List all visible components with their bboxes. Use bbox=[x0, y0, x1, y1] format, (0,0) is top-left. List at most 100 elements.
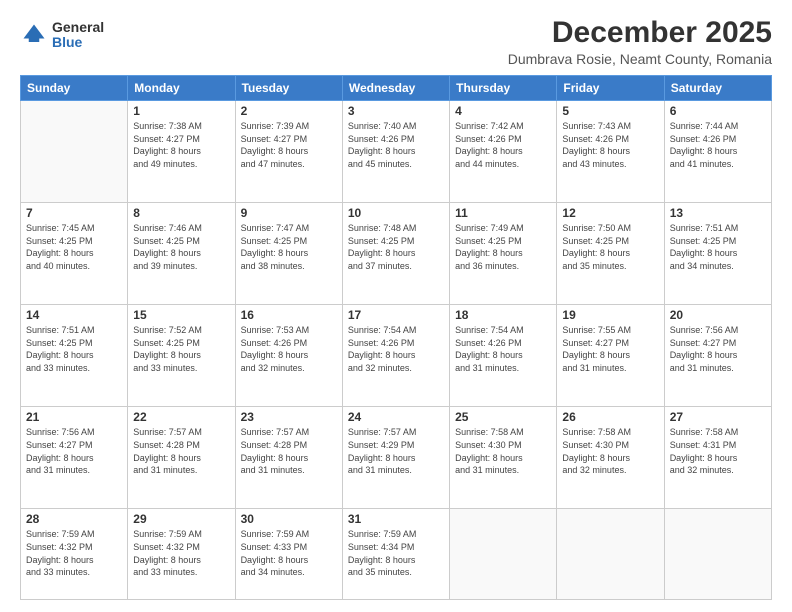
logo-text: General Blue bbox=[52, 20, 104, 51]
day-info: Sunrise: 7:59 AMSunset: 4:32 PMDaylight:… bbox=[26, 528, 122, 578]
calendar-week-row: 1 Sunrise: 7:38 AMSunset: 4:27 PMDaylight… bbox=[21, 101, 772, 203]
table-row: 26 Sunrise: 7:58 AMSunset: 4:30 PMDayligh… bbox=[557, 407, 664, 509]
day-number: 22 bbox=[133, 410, 229, 424]
day-number: 14 bbox=[26, 308, 122, 322]
day-info: Sunrise: 7:42 AMSunset: 4:26 PMDaylight:… bbox=[455, 120, 551, 170]
day-number: 13 bbox=[670, 206, 766, 220]
day-info: Sunrise: 7:45 AMSunset: 4:25 PMDaylight:… bbox=[26, 222, 122, 272]
col-wednesday: Wednesday bbox=[342, 76, 449, 101]
day-number: 21 bbox=[26, 410, 122, 424]
logo-icon bbox=[20, 21, 48, 49]
table-row: 7 Sunrise: 7:45 AMSunset: 4:25 PMDaylight… bbox=[21, 203, 128, 305]
day-info: Sunrise: 7:47 AMSunset: 4:25 PMDaylight:… bbox=[241, 222, 337, 272]
day-number: 24 bbox=[348, 410, 444, 424]
day-info: Sunrise: 7:44 AMSunset: 4:26 PMDaylight:… bbox=[670, 120, 766, 170]
table-row: 4 Sunrise: 7:42 AMSunset: 4:26 PMDaylight… bbox=[450, 101, 557, 203]
table-row: 6 Sunrise: 7:44 AMSunset: 4:26 PMDaylight… bbox=[664, 101, 771, 203]
table-row: 11 Sunrise: 7:49 AMSunset: 4:25 PMDayligh… bbox=[450, 203, 557, 305]
day-number: 19 bbox=[562, 308, 658, 322]
table-row: 27Sunrise: 7:58 AMSunset: 4:31 PMDayligh… bbox=[664, 407, 771, 509]
day-number: 29 bbox=[133, 512, 229, 526]
day-number: 4 bbox=[455, 104, 551, 118]
day-info: Sunrise: 7:51 AMSunset: 4:25 PMDaylight:… bbox=[26, 324, 122, 374]
table-row bbox=[450, 509, 557, 600]
day-info: Sunrise: 7:40 AMSunset: 4:26 PMDaylight:… bbox=[348, 120, 444, 170]
day-info: Sunrise: 7:56 AMSunset: 4:27 PMDaylight:… bbox=[26, 426, 122, 476]
day-info: Sunrise: 7:49 AMSunset: 4:25 PMDaylight:… bbox=[455, 222, 551, 272]
calendar-week-row: 7 Sunrise: 7:45 AMSunset: 4:25 PMDaylight… bbox=[21, 203, 772, 305]
table-row bbox=[557, 509, 664, 600]
calendar-table: Sunday Monday Tuesday Wednesday Thursday… bbox=[20, 75, 772, 600]
day-info: Sunrise: 7:53 AMSunset: 4:26 PMDaylight:… bbox=[241, 324, 337, 374]
col-tuesday: Tuesday bbox=[235, 76, 342, 101]
day-number: 11 bbox=[455, 206, 551, 220]
day-info: Sunrise: 7:57 AMSunset: 4:28 PMDaylight:… bbox=[241, 426, 337, 476]
table-row: 28 Sunrise: 7:59 AMSunset: 4:32 PMDayligh… bbox=[21, 509, 128, 600]
table-row: 12Sunrise: 7:50 AMSunset: 4:25 PMDayligh… bbox=[557, 203, 664, 305]
col-thursday: Thursday bbox=[450, 76, 557, 101]
day-info: Sunrise: 7:59 AMSunset: 4:32 PMDaylight:… bbox=[133, 528, 229, 578]
day-info: Sunrise: 7:59 AMSunset: 4:34 PMDaylight:… bbox=[348, 528, 444, 578]
day-number: 26 bbox=[562, 410, 658, 424]
day-number: 9 bbox=[241, 206, 337, 220]
table-row: 19 Sunrise: 7:55 AMSunset: 4:27 PMDayligh… bbox=[557, 305, 664, 407]
table-row: 31 Sunrise: 7:59 AMSunset: 4:34 PMDayligh… bbox=[342, 509, 449, 600]
calendar-week-row: 14 Sunrise: 7:51 AMSunset: 4:25 PMDayligh… bbox=[21, 305, 772, 407]
day-info: Sunrise: 7:43 AMSunset: 4:26 PMDaylight:… bbox=[562, 120, 658, 170]
col-sunday: Sunday bbox=[21, 76, 128, 101]
table-row: 24Sunrise: 7:57 AMSunset: 4:29 PMDayligh… bbox=[342, 407, 449, 509]
header: General Blue December 2025 Dumbrava Rosi… bbox=[20, 16, 772, 67]
day-info: Sunrise: 7:55 AMSunset: 4:27 PMDaylight:… bbox=[562, 324, 658, 374]
logo-general: General bbox=[52, 19, 104, 35]
table-row: 25 Sunrise: 7:58 AMSunset: 4:30 PMDayligh… bbox=[450, 407, 557, 509]
logo-blue: Blue bbox=[52, 34, 82, 50]
table-row: 10 Sunrise: 7:48 AMSunset: 4:25 PMDayligh… bbox=[342, 203, 449, 305]
day-info: Sunrise: 7:39 AMSunset: 4:27 PMDaylight:… bbox=[241, 120, 337, 170]
day-number: 3 bbox=[348, 104, 444, 118]
table-row: 8 Sunrise: 7:46 AMSunset: 4:25 PMDaylight… bbox=[128, 203, 235, 305]
table-row: 2 Sunrise: 7:39 AMSunset: 4:27 PMDaylight… bbox=[235, 101, 342, 203]
day-info: Sunrise: 7:57 AMSunset: 4:28 PMDaylight:… bbox=[133, 426, 229, 476]
table-row: 3 Sunrise: 7:40 AMSunset: 4:26 PMDaylight… bbox=[342, 101, 449, 203]
table-row bbox=[21, 101, 128, 203]
table-row: 13Sunrise: 7:51 AMSunset: 4:25 PMDayligh… bbox=[664, 203, 771, 305]
day-number: 7 bbox=[26, 206, 122, 220]
day-number: 25 bbox=[455, 410, 551, 424]
day-number: 28 bbox=[26, 512, 122, 526]
page: General Blue December 2025 Dumbrava Rosi… bbox=[0, 0, 792, 612]
col-saturday: Saturday bbox=[664, 76, 771, 101]
day-number: 23 bbox=[241, 410, 337, 424]
day-number: 6 bbox=[670, 104, 766, 118]
day-info: Sunrise: 7:48 AMSunset: 4:25 PMDaylight:… bbox=[348, 222, 444, 272]
day-number: 18 bbox=[455, 308, 551, 322]
day-info: Sunrise: 7:58 AMSunset: 4:31 PMDaylight:… bbox=[670, 426, 766, 476]
day-number: 2 bbox=[241, 104, 337, 118]
table-row: 5 Sunrise: 7:43 AMSunset: 4:26 PMDaylight… bbox=[557, 101, 664, 203]
day-info: Sunrise: 7:58 AMSunset: 4:30 PMDaylight:… bbox=[455, 426, 551, 476]
day-info: Sunrise: 7:59 AMSunset: 4:33 PMDaylight:… bbox=[241, 528, 337, 578]
col-monday: Monday bbox=[128, 76, 235, 101]
day-info: Sunrise: 7:38 AMSunset: 4:27 PMDaylight:… bbox=[133, 120, 229, 170]
table-row: 15Sunrise: 7:52 AMSunset: 4:25 PMDayligh… bbox=[128, 305, 235, 407]
table-row: 21 Sunrise: 7:56 AMSunset: 4:27 PMDayligh… bbox=[21, 407, 128, 509]
day-number: 17 bbox=[348, 308, 444, 322]
day-number: 12 bbox=[562, 206, 658, 220]
day-number: 1 bbox=[133, 104, 229, 118]
table-row: 22 Sunrise: 7:57 AMSunset: 4:28 PMDayligh… bbox=[128, 407, 235, 509]
calendar-week-row: 21 Sunrise: 7:56 AMSunset: 4:27 PMDayligh… bbox=[21, 407, 772, 509]
day-info: Sunrise: 7:58 AMSunset: 4:30 PMDaylight:… bbox=[562, 426, 658, 476]
calendar-week-row: 28 Sunrise: 7:59 AMSunset: 4:32 PMDayligh… bbox=[21, 509, 772, 600]
day-info: Sunrise: 7:54 AMSunset: 4:26 PMDaylight:… bbox=[455, 324, 551, 374]
day-number: 8 bbox=[133, 206, 229, 220]
col-friday: Friday bbox=[557, 76, 664, 101]
day-number: 5 bbox=[562, 104, 658, 118]
table-row: 23 Sunrise: 7:57 AMSunset: 4:28 PMDayligh… bbox=[235, 407, 342, 509]
table-row: 29 Sunrise: 7:59 AMSunset: 4:32 PMDayligh… bbox=[128, 509, 235, 600]
day-number: 10 bbox=[348, 206, 444, 220]
day-info: Sunrise: 7:52 AMSunset: 4:25 PMDaylight:… bbox=[133, 324, 229, 374]
location-subtitle: Dumbrava Rosie, Neamt County, Romania bbox=[508, 51, 772, 67]
day-info: Sunrise: 7:56 AMSunset: 4:27 PMDaylight:… bbox=[670, 324, 766, 374]
table-row: 17Sunrise: 7:54 AMSunset: 4:26 PMDayligh… bbox=[342, 305, 449, 407]
day-number: 31 bbox=[348, 512, 444, 526]
day-info: Sunrise: 7:46 AMSunset: 4:25 PMDaylight:… bbox=[133, 222, 229, 272]
